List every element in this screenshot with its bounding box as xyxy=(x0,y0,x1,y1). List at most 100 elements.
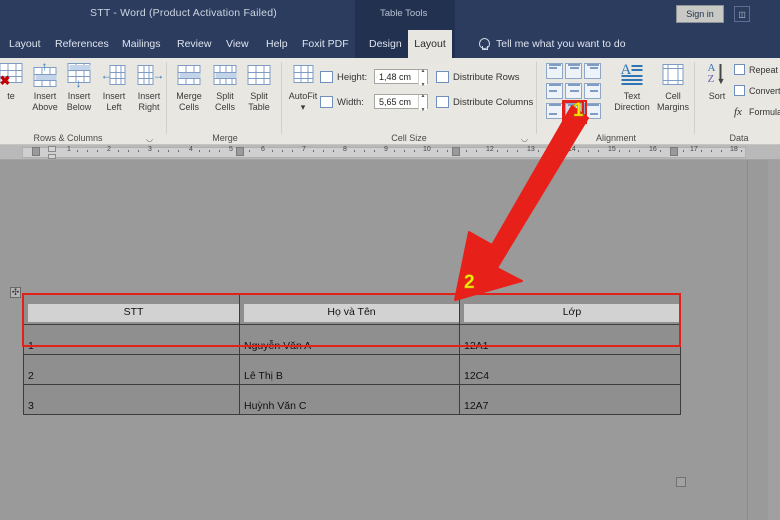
ruler-margin-stop xyxy=(452,147,460,156)
group-label-merge: Merge xyxy=(170,133,280,143)
ribbon-display-options-icon[interactable]: ◫ xyxy=(734,6,750,22)
hanging-indent-marker[interactable] xyxy=(48,154,56,159)
insert-right-button[interactable]: → InsertRight xyxy=(130,61,168,127)
height-spinner[interactable]: ▲▼ xyxy=(418,70,427,85)
tab-table-layout[interactable]: Layout xyxy=(408,30,452,58)
align-center-left-button[interactable] xyxy=(546,83,563,99)
table-header-cell-name: Họ và Tên xyxy=(240,295,460,325)
ruler-number: 18 xyxy=(730,146,738,153)
tab-review[interactable]: Review xyxy=(170,30,218,58)
cell-margins-label: CellMargins xyxy=(654,91,692,113)
distribute-columns-button[interactable]: Distribute Columns xyxy=(453,97,533,108)
merge-cells-button[interactable]: MergeCells xyxy=(170,61,208,127)
cell-stt[interactable]: 3 xyxy=(24,385,240,415)
merge-cells-label: MergeCells xyxy=(170,91,208,113)
tab-foxit-pdf[interactable]: Foxit PDF xyxy=(295,30,356,58)
align-center-right-button[interactable] xyxy=(584,83,601,99)
tab-references[interactable]: References xyxy=(48,30,116,58)
width-value: 5,65 cm xyxy=(379,97,411,107)
ruler-number: 9 xyxy=(384,146,388,153)
split-cells-icon xyxy=(213,63,238,88)
ribbon-group-data: A Z ▼ Sort Repeat H Convert fx Formula D… xyxy=(698,58,780,145)
text-direction-icon: A xyxy=(620,63,645,88)
width-spinner[interactable]: ▲▼ xyxy=(418,95,427,110)
width-input[interactable]: 5,65 cm ▲▼ xyxy=(374,94,428,109)
cell-class[interactable]: 12A1 xyxy=(460,325,681,355)
delete-table-icon: ✖ xyxy=(0,63,24,88)
align-bottom-left-button[interactable] xyxy=(546,103,563,119)
group-separator xyxy=(694,62,695,134)
sort-button[interactable]: A Z ▼ Sort xyxy=(698,61,736,127)
table-resize-handle-icon[interactable] xyxy=(676,477,686,487)
group-label-cell-size: Cell Size xyxy=(284,133,534,143)
distribute-rows-button[interactable]: Distribute Rows xyxy=(453,72,520,83)
first-line-indent-marker[interactable] xyxy=(48,146,56,152)
insert-below-button[interactable]: ↓ InsertBelow xyxy=(60,61,98,127)
height-label: Height: xyxy=(337,72,367,83)
cell-stt[interactable]: 2 xyxy=(24,355,240,385)
tab-view[interactable]: View xyxy=(219,30,256,58)
ruler-number: 17 xyxy=(690,146,698,153)
tab-mailings[interactable]: Mailings xyxy=(115,30,168,58)
cell-stt[interactable]: 1 xyxy=(24,325,240,355)
insert-above-button[interactable]: ↑ InsertAbove xyxy=(26,61,64,127)
cell-name[interactable]: Huỳnh Văn C xyxy=(240,385,460,415)
tab-design[interactable]: Design xyxy=(362,30,409,58)
height-input[interactable]: 1,48 cm ▲▼ xyxy=(374,69,428,84)
autofit-label: AutoFit▾ xyxy=(284,91,322,113)
text-direction-button[interactable]: A TextDirection xyxy=(610,61,654,127)
align-top-right-button[interactable] xyxy=(584,63,601,79)
ruler-margin-stop xyxy=(32,147,40,156)
annotation-step-1: 1 xyxy=(573,100,584,122)
ruler-number: 6 xyxy=(261,146,265,153)
cell-name[interactable]: Lê Thị B xyxy=(240,355,460,385)
row-height-icon xyxy=(320,71,333,83)
sign-in-button[interactable]: Sign in xyxy=(676,5,724,23)
distribute-rows-icon xyxy=(436,71,449,83)
insert-above-label: InsertAbove xyxy=(26,91,64,113)
cell-name[interactable]: Nguyễn Văn A xyxy=(240,325,460,355)
tell-me-search[interactable]: Tell me what you want to do xyxy=(478,30,626,58)
insert-column-left-icon: ← xyxy=(102,63,127,88)
rows-columns-dialog-launcher[interactable]: ◡ xyxy=(145,134,154,143)
insert-left-label: InsertLeft xyxy=(95,91,133,113)
align-top-left-button[interactable] xyxy=(546,63,563,79)
align-center-button[interactable] xyxy=(565,83,582,99)
ruler-number: 1 xyxy=(67,146,71,153)
formula-button[interactable]: Formula xyxy=(749,107,780,117)
ruler-number: 2 xyxy=(107,146,111,153)
sort-label: Sort xyxy=(698,91,736,102)
cell-size-dialog-launcher[interactable]: ◡ xyxy=(520,134,529,143)
document-table[interactable]: STT Họ và Tên Lớp 1 Nguyễn Văn A 12A1 2 … xyxy=(23,294,681,415)
cell-class[interactable]: 12A7 xyxy=(460,385,681,415)
cell-class[interactable]: 12C4 xyxy=(460,355,681,385)
height-value: 1,48 cm xyxy=(379,72,411,82)
header-label-name: Họ và Tên xyxy=(244,304,459,322)
table-row[interactable]: 2 Lê Thị B 12C4 xyxy=(24,355,681,385)
split-table-button[interactable]: SplitTable xyxy=(240,61,278,127)
align-top-center-button[interactable] xyxy=(565,63,582,79)
table-row[interactable]: 1 Nguyễn Văn A 12A1 xyxy=(24,325,681,355)
group-label-data: Data xyxy=(698,133,780,143)
table-header-row[interactable]: STT Họ và Tên Lớp xyxy=(24,295,681,325)
vertical-scrollbar[interactable] xyxy=(768,160,780,520)
repeat-header-rows-button[interactable]: Repeat H xyxy=(749,65,780,75)
group-label-rows-columns: Rows & Columns xyxy=(0,133,148,143)
convert-to-text-button[interactable]: Convert xyxy=(749,86,780,96)
split-cells-button[interactable]: SplitCells xyxy=(206,61,244,127)
insert-left-button[interactable]: ← InsertLeft xyxy=(95,61,133,127)
ruler-number: 3 xyxy=(148,146,152,153)
table-move-handle-icon[interactable]: ✣ xyxy=(10,287,21,298)
convert-to-text-icon xyxy=(734,85,745,96)
tab-layout[interactable]: Layout xyxy=(2,30,48,58)
horizontal-ruler[interactable]: 1 2 3 4 5 6 7 8 9 10 12 13 14 15 16 17 1… xyxy=(0,145,780,160)
repeat-header-rows-icon xyxy=(734,64,745,75)
autofit-button[interactable]: AutoFit▾ xyxy=(284,61,322,127)
cell-margins-button[interactable]: CellMargins xyxy=(654,61,692,127)
ribbon-group-cell-size: AutoFit▾ Height: 1,48 cm ▲▼ Width: 5,65 … xyxy=(284,58,534,145)
table-row[interactable]: 3 Huỳnh Văn C 12A7 xyxy=(24,385,681,415)
tab-help[interactable]: Help xyxy=(259,30,295,58)
lightbulb-icon xyxy=(478,38,489,51)
ruler-number: 5 xyxy=(229,146,233,153)
ribbon-group-rows-columns: ✖ te ↑ InsertAbove ↓ InsertBelow xyxy=(0,58,165,145)
